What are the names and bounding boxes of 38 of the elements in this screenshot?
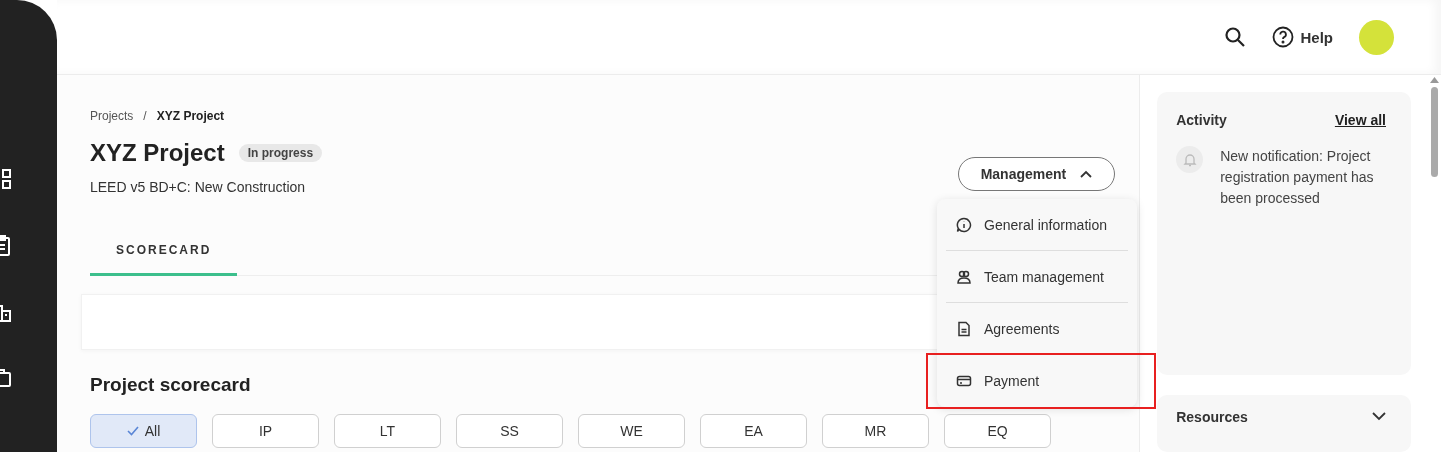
filter-chip[interactable]: EQ bbox=[944, 414, 1051, 448]
search-button[interactable] bbox=[1224, 26, 1247, 48]
filter-chip[interactable]: WE bbox=[578, 414, 685, 448]
document-icon bbox=[956, 320, 972, 337]
filter-chip[interactable]: LT bbox=[334, 414, 441, 448]
people-icon bbox=[956, 268, 972, 285]
tab[interactable]: SCORECARD bbox=[90, 233, 238, 276]
menu-item[interactable]: Agreements bbox=[946, 303, 1128, 355]
scroll-up-icon[interactable] bbox=[1430, 77, 1439, 83]
filter-chip[interactable]: IP bbox=[212, 414, 319, 448]
project-subtitle: LEED v5 BD+C: New Construction bbox=[90, 179, 307, 195]
status-badge: In progress bbox=[238, 144, 323, 162]
menu-item[interactable]: Team management bbox=[946, 251, 1128, 303]
bell-icon bbox=[1176, 146, 1204, 173]
section-title: Project scorecard bbox=[90, 374, 251, 396]
caret-icon bbox=[1080, 170, 1093, 178]
management-button[interactable]: Management bbox=[957, 157, 1116, 191]
card-title: Resources bbox=[1176, 408, 1248, 425]
notification-text: New notification: Project registration payment has been processed bbox=[1220, 147, 1375, 208]
filter-chip[interactable]: SS bbox=[456, 414, 563, 448]
menu-item[interactable]: Payment bbox=[946, 355, 1128, 407]
check-icon bbox=[126, 426, 139, 436]
chevron-icon bbox=[1372, 412, 1386, 422]
project-title: XYZ Project bbox=[90, 139, 225, 167]
filter-chip[interactable]: All bbox=[90, 414, 197, 448]
help-button[interactable]: Help bbox=[1272, 26, 1333, 48]
info-icon bbox=[956, 216, 972, 233]
menu-item[interactable]: General information bbox=[946, 199, 1128, 251]
resources-card[interactable]: Resources bbox=[1157, 394, 1411, 452]
breadcrumb-link[interactable]: XYZ Project bbox=[156, 109, 225, 123]
help-icon bbox=[1272, 26, 1295, 48]
card-title: Activity bbox=[1176, 112, 1227, 128]
view-all-link[interactable]: View all bbox=[1334, 112, 1386, 128]
filter-chip[interactable]: EA bbox=[700, 414, 807, 448]
breadcrumb-separator: / bbox=[143, 109, 147, 123]
scrollbar-thumb[interactable] bbox=[1431, 87, 1438, 177]
breadcrumb-link[interactable]: Projects bbox=[90, 109, 134, 123]
filter-chip[interactable]: MR bbox=[822, 414, 929, 448]
